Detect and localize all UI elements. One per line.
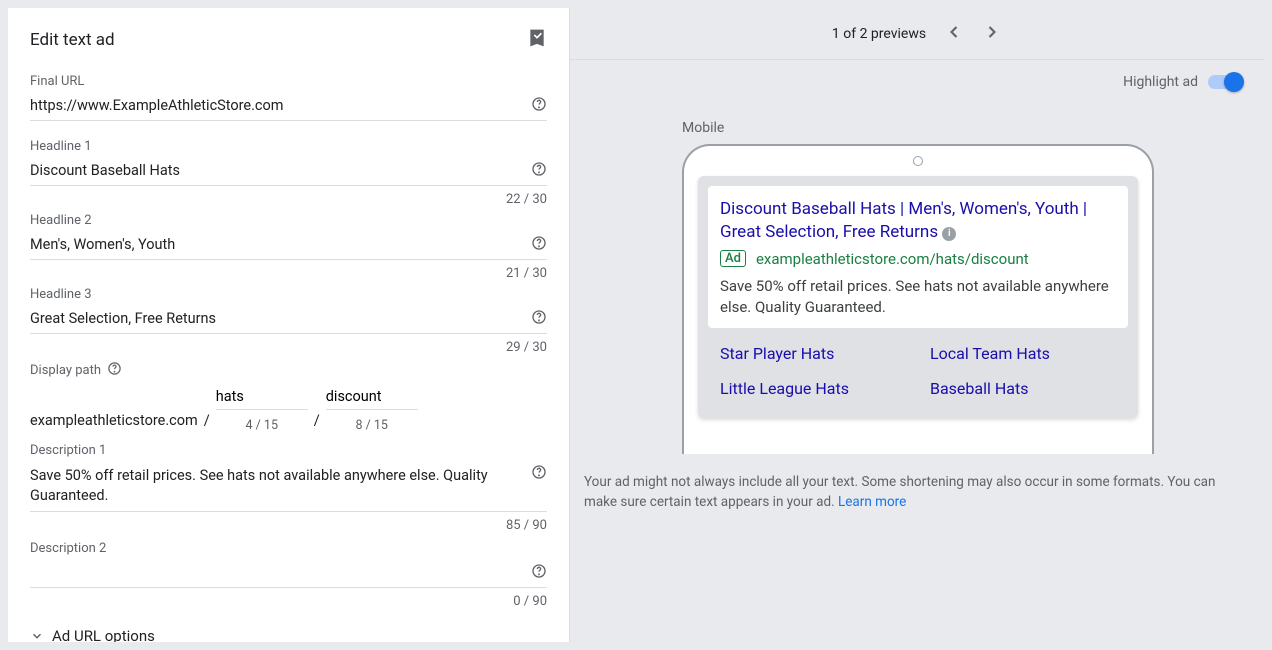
display-path-label: Display path [30,363,101,378]
feedback-flag-icon[interactable] [527,28,547,52]
help-icon[interactable] [531,161,547,181]
help-icon[interactable] [531,309,547,329]
preview-panel: 1 of 2 previews Highlight ad Mobile Disc… [570,8,1264,642]
ad-headline: Discount Baseball Hats | Men's, Women's,… [720,198,1116,244]
ad-card: Discount Baseball Hats | Men's, Women's,… [698,176,1138,418]
ad-url-options-label: Ad URL options [52,627,155,642]
description2-input[interactable] [30,562,523,583]
description1-input[interactable] [30,464,523,507]
help-icon[interactable] [531,464,547,484]
headline2-label: Headline 2 [30,213,547,228]
sitelink[interactable]: Local Team Hats [930,344,1116,363]
headline2-input[interactable] [30,234,523,255]
learn-more-link[interactable]: Learn more [838,494,906,510]
description1-counter: 85 / 90 [30,518,547,533]
ad-display-url: exampleathleticstore.com/hats/discount [756,250,1029,268]
description1-label: Description 1 [30,443,547,458]
sitelink[interactable]: Little League Hats [720,379,906,398]
preview-navbar: 1 of 2 previews [570,8,1264,60]
headline1-label: Headline 1 [30,139,547,154]
final-url-label: Final URL [30,74,547,89]
ad-badge: Ad [720,250,746,267]
display-path-base: exampleathleticstore.com [30,412,198,433]
help-icon[interactable] [531,96,547,116]
description2-counter: 0 / 90 [30,594,547,609]
info-icon[interactable]: i [942,227,956,241]
chevron-down-icon [30,629,44,642]
description2-label: Description 2 [30,541,547,556]
headline1-counter: 22 / 30 [30,192,547,207]
prev-preview-button[interactable] [944,22,964,46]
next-preview-button[interactable] [982,22,1002,46]
sitelink[interactable]: Baseball Hats [930,379,1116,398]
preview-counter: 1 of 2 previews [832,26,926,42]
highlight-ad-toggle[interactable] [1208,75,1242,89]
headline1-input[interactable] [30,160,523,181]
highlight-ad-label: Highlight ad [1123,74,1198,90]
phone-frame: Discount Baseball Hats | Men's, Women's,… [682,144,1154,454]
final-url-input[interactable] [30,95,523,116]
path1-counter: 4 / 15 [246,418,278,433]
path2-counter: 8 / 15 [356,418,388,433]
help-icon[interactable] [531,563,547,583]
headline3-input[interactable] [30,308,523,329]
path2-input[interactable] [326,386,418,410]
path1-input[interactable] [216,386,308,410]
edit-panel: Edit text ad Final URL Headline 1 22 / 3… [8,8,570,642]
headline3-label: Headline 3 [30,287,547,302]
ad-url-options-toggle[interactable]: Ad URL options [30,627,547,642]
headline3-counter: 29 / 30 [30,340,547,355]
help-icon[interactable] [107,361,122,380]
phone-camera-icon [913,156,923,166]
mobile-label: Mobile [682,120,724,136]
ad-description: Save 50% off retail prices. See hats not… [720,276,1116,318]
panel-title: Edit text ad [30,30,115,50]
help-icon[interactable] [531,235,547,255]
sitelink[interactable]: Star Player Hats [720,344,906,363]
preview-disclaimer: Your ad might not always include all you… [584,472,1242,513]
headline2-counter: 21 / 30 [30,266,547,281]
